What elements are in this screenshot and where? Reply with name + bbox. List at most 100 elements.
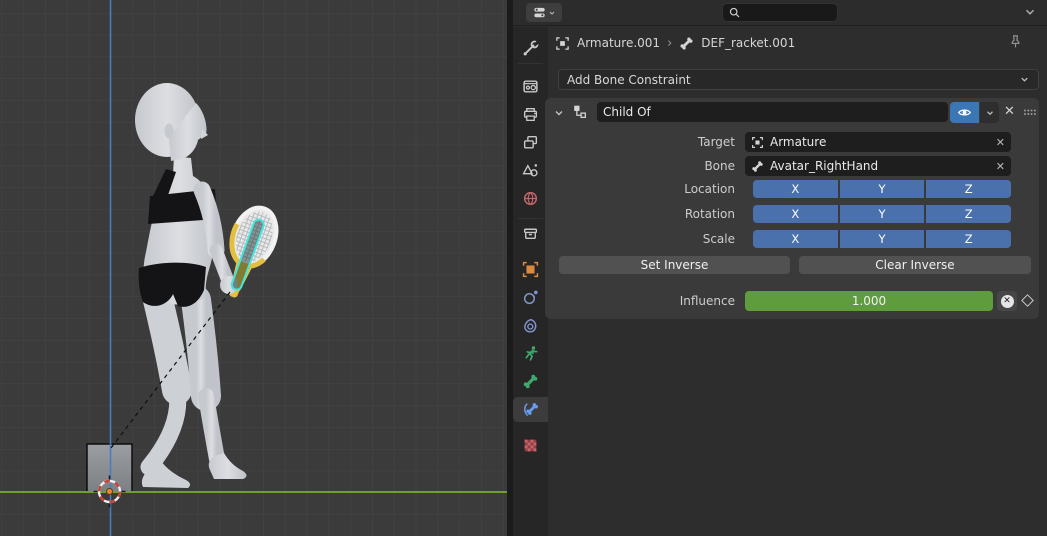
influence-animation-clear-button[interactable]: ✕ (997, 291, 1017, 311)
tab-object-data[interactable] (513, 341, 548, 366)
tab-scene[interactable] (513, 158, 548, 183)
output-icon (522, 106, 539, 123)
properties-tab-column (513, 27, 548, 536)
breadcrumb-bone[interactable]: DEF_racket.001 (701, 36, 795, 50)
physics-icon (522, 289, 539, 306)
scale-y-toggle[interactable]: Y (840, 230, 925, 248)
tab-world[interactable] (513, 186, 548, 211)
render-icon (522, 78, 539, 95)
location-label: Location (553, 180, 735, 198)
child-of-icon (571, 103, 588, 120)
scale-axis-toggles: X Y Z (753, 230, 1011, 248)
location-axis-toggles: X Y Z (753, 180, 1011, 198)
properties-content: Armature.001 › DEF_racket.001 Add Bone C… (548, 27, 1047, 536)
bone-icon (751, 160, 764, 173)
scale-label: Scale (553, 230, 735, 248)
bone-constraint-icon (522, 401, 539, 418)
search-box[interactable] (722, 3, 838, 22)
bone-value: Avatar_RightHand (770, 159, 990, 173)
collection-icon (522, 225, 539, 242)
tab-separator (518, 218, 543, 219)
panel-expand-chevron-icon[interactable] (553, 107, 565, 119)
chevron-down-icon (1019, 74, 1030, 85)
scale-x-toggle[interactable]: X (753, 230, 838, 248)
header-collapse-chevron-icon[interactable] (1023, 5, 1037, 19)
object-icon (751, 136, 764, 149)
add-bone-constraint-dropdown[interactable]: Add Bone Constraint (558, 69, 1039, 90)
constraint-name: Child Of (603, 105, 942, 119)
rotation-axis-toggles: X Y Z (753, 205, 1011, 223)
constraints-icon (522, 317, 539, 334)
scale-z-toggle[interactable]: Z (926, 230, 1011, 248)
rotation-y-toggle[interactable]: Y (840, 205, 925, 223)
grip-dots-icon[interactable] (1023, 108, 1037, 117)
influence-label: Influence (553, 291, 735, 311)
breadcrumb: Armature.001 › DEF_racket.001 (555, 33, 795, 53)
bone-clear-button[interactable]: ✕ (996, 160, 1005, 173)
set-inverse-button[interactable]: Set Inverse (559, 256, 790, 274)
chevron-down-icon (985, 108, 995, 118)
influence-keyframe-button[interactable] (1021, 294, 1034, 307)
breadcrumb-object[interactable]: Armature.001 (577, 36, 660, 50)
search-icon (728, 6, 741, 19)
rotation-x-toggle[interactable]: X (753, 205, 838, 223)
properties-header (513, 0, 1047, 26)
child-of-constraint-panel: Child Of ✕ (545, 98, 1039, 319)
bone-label: Bone (553, 156, 735, 176)
constraint-name-input[interactable]: Child Of (597, 102, 948, 122)
target-label: Target (553, 132, 735, 152)
bone-icon[interactable] (679, 36, 694, 51)
blender-window: Armature.001 › DEF_racket.001 Add Bone C… (0, 0, 1047, 536)
properties-editor: Armature.001 › DEF_racket.001 Add Bone C… (513, 0, 1047, 536)
view-layer-icon (522, 134, 539, 151)
viewport-scene (0, 0, 507, 536)
tab-physics[interactable] (513, 285, 548, 310)
influence-value: 1.000 (852, 294, 886, 308)
tab-collection[interactable] (513, 221, 548, 246)
eye-icon (957, 105, 972, 120)
tool-icon (522, 40, 539, 57)
chevron-down-icon (548, 9, 556, 17)
location-y-toggle[interactable]: Y (840, 180, 925, 198)
x-circle-icon: ✕ (1001, 295, 1014, 308)
3d-viewport[interactable] (0, 0, 507, 536)
location-x-toggle[interactable]: X (753, 180, 838, 198)
tab-bone[interactable] (513, 369, 548, 394)
scene-icon (522, 162, 539, 179)
constraint-delete-button[interactable]: ✕ (1004, 104, 1015, 119)
armature-data-icon (522, 345, 539, 362)
tab-object[interactable] (513, 257, 548, 282)
properties-editor-icon (532, 5, 547, 20)
add-bone-constraint-label: Add Bone Constraint (567, 73, 691, 87)
object-origin-dot (107, 489, 113, 495)
target-clear-button[interactable]: ✕ (996, 136, 1005, 149)
target-field[interactable]: Armature ✕ (745, 132, 1011, 152)
texture-icon (522, 437, 539, 454)
bone-field[interactable]: Avatar_RightHand ✕ (745, 156, 1011, 176)
target-value: Armature (770, 135, 990, 149)
clear-inverse-button[interactable]: Clear Inverse (799, 256, 1031, 274)
cube-object[interactable] (87, 444, 132, 492)
constraint-extras-button[interactable] (980, 102, 999, 123)
rotation-label: Rotation (553, 205, 735, 223)
object-icon[interactable] (555, 36, 570, 51)
editor-type-button[interactable] (526, 3, 562, 22)
location-z-toggle[interactable]: Z (926, 180, 1011, 198)
tab-object-constraints[interactable] (513, 313, 548, 338)
rotation-z-toggle[interactable]: Z (926, 205, 1011, 223)
bone-icon (522, 373, 539, 390)
influence-slider[interactable]: 1.000 (745, 291, 993, 311)
object-icon (522, 261, 539, 278)
world-icon (522, 190, 539, 207)
tab-render[interactable] (513, 74, 548, 99)
tab-bone-constraints[interactable] (513, 397, 548, 422)
search-input[interactable] (741, 7, 829, 19)
tab-output[interactable] (513, 102, 548, 127)
pin-icon[interactable] (1008, 34, 1023, 49)
tab-texture[interactable] (513, 433, 548, 458)
tab-view-layer[interactable] (513, 130, 548, 155)
tab-separator (518, 63, 543, 64)
constraint-visibility-toggle[interactable] (950, 102, 979, 123)
tab-tool[interactable] (513, 36, 548, 61)
breadcrumb-separator: › (667, 36, 672, 51)
